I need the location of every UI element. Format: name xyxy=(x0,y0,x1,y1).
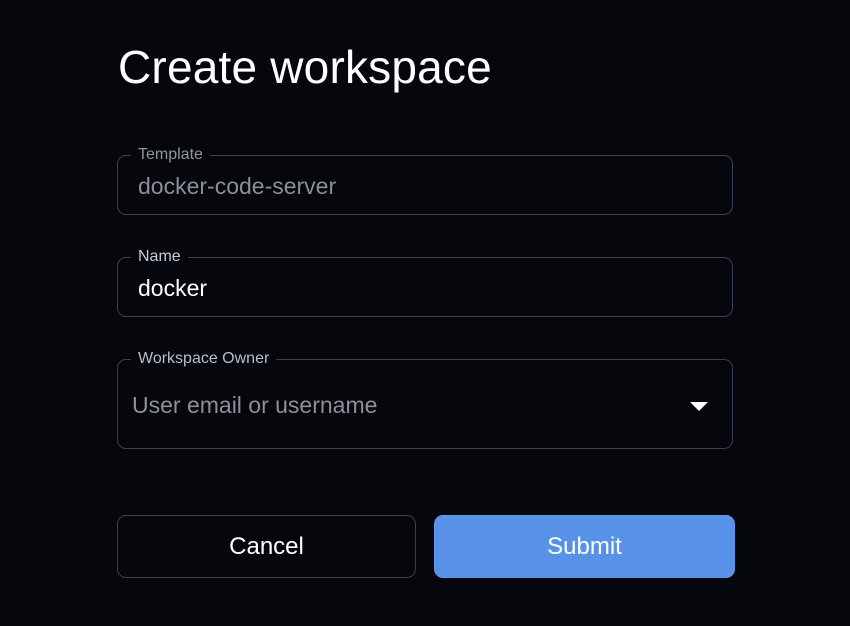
name-input[interactable]: docker xyxy=(138,274,207,302)
workspace-owner-label: Workspace Owner xyxy=(131,349,277,369)
page-title: Create workspace xyxy=(118,41,492,93)
name-label: Name xyxy=(131,247,188,267)
chevron-down-icon[interactable] xyxy=(690,402,708,411)
submit-button[interactable]: Submit xyxy=(434,515,735,578)
workspace-owner-placeholder[interactable]: User email or username xyxy=(132,391,377,419)
cancel-button[interactable]: Cancel xyxy=(117,515,416,578)
create-workspace-page: Create workspace Template docker-code-se… xyxy=(0,0,850,626)
name-field[interactable]: Name docker xyxy=(117,247,733,317)
workspace-owner-select[interactable]: Workspace Owner User email or username xyxy=(117,349,733,449)
template-field: Template docker-code-server xyxy=(117,145,733,215)
template-value: docker-code-server xyxy=(138,173,337,199)
template-label: Template xyxy=(131,145,210,165)
